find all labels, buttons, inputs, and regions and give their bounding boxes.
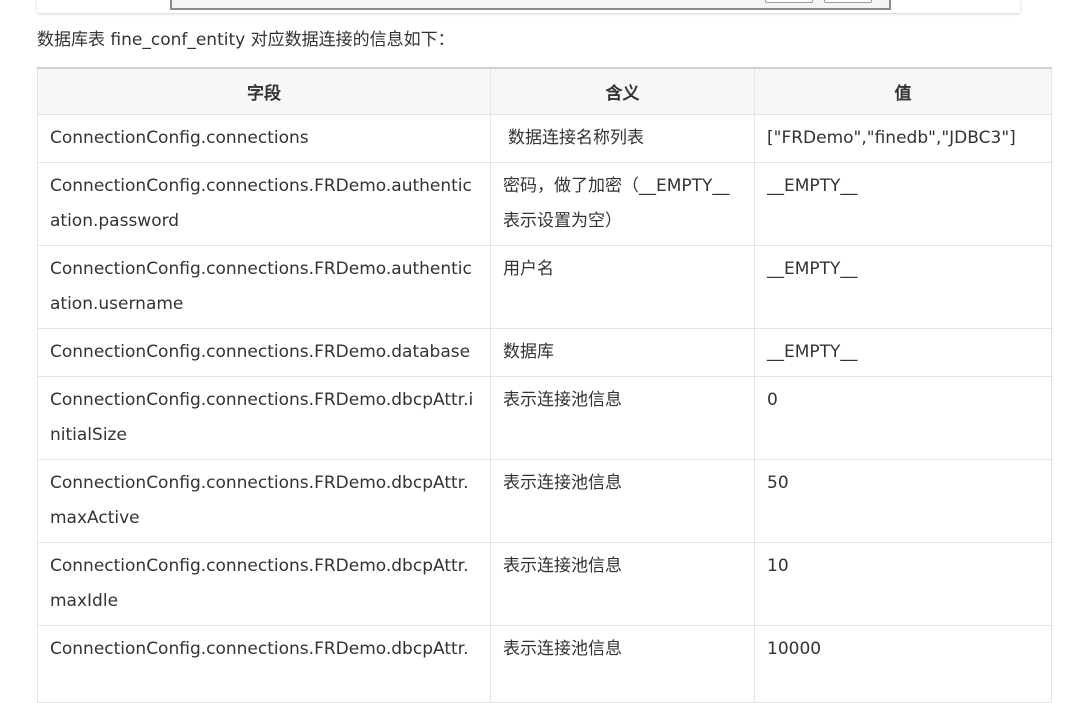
table-row: ConnectionConfig.connections.FRDemo.auth… [37, 245, 1052, 329]
field-cell: ConnectionConfig.connections.FRDemo.auth… [37, 245, 491, 329]
table-row: ConnectionConfig.connections.FRDemo.dbcp… [37, 459, 1052, 543]
field-cell: ConnectionConfig.connections [37, 114, 491, 163]
intro-paragraph: 数据库表 fine_conf_entity 对应数据连接的信息如下： [37, 30, 455, 50]
value-cell: 10 [754, 542, 1052, 626]
embedded-screenshot-image [37, 0, 1020, 13]
table-row: ConnectionConfig.connections.FRDemo.dbcp… [37, 376, 1052, 460]
meaning-cell: 表示连接池信息 [490, 625, 755, 703]
header-value: 值 [754, 67, 1052, 115]
meaning-cell: 数据库 [490, 328, 755, 377]
meaning-cell: 密码，做了加密（__EMPTY__表示设置为空） [490, 162, 755, 246]
field-cell: ConnectionConfig.connections.FRDemo.auth… [37, 162, 491, 246]
field-cell: ConnectionConfig.connections.FRDemo.dbcp… [37, 542, 491, 626]
table-header-row: 字段 含义 值 [37, 67, 1052, 115]
meaning-cell: 表示连接池信息 [490, 376, 755, 460]
field-cell: ConnectionConfig.connections.FRDemo.dbcp… [37, 625, 491, 703]
value-cell: 0 [754, 376, 1052, 460]
dialog-bottom-edge [170, 0, 891, 10]
value-cell: __EMPTY__ [754, 162, 1052, 246]
table-row: ConnectionConfig.connections.FRDemo.auth… [37, 162, 1052, 246]
value-cell: 10000 [754, 625, 1052, 703]
table-row: ConnectionConfig.connections.FRDemo.dbcp… [37, 542, 1052, 626]
value-cell: ["FRDemo","finedb","JDBC3"] [754, 114, 1052, 163]
meaning-cell: 表示连接池信息 [490, 459, 755, 543]
dialog-ok-button [765, 0, 813, 3]
meaning-cell: 表示连接池信息 [490, 542, 755, 626]
value-cell: __EMPTY__ [754, 245, 1052, 329]
field-cell: ConnectionConfig.connections.FRDemo.data… [37, 328, 491, 377]
table-row: ConnectionConfig.connections 数据连接名称列表 ["… [37, 114, 1052, 163]
meaning-cell: 数据连接名称列表 [490, 114, 755, 163]
meaning-cell: 用户名 [490, 245, 755, 329]
table-row: ConnectionConfig.connections.FRDemo.data… [37, 328, 1052, 377]
value-cell: __EMPTY__ [754, 328, 1052, 377]
field-cell: ConnectionConfig.connections.FRDemo.dbcp… [37, 376, 491, 460]
dialog-cancel-button [824, 0, 872, 3]
header-meaning: 含义 [490, 67, 755, 115]
table-row: ConnectionConfig.connections.FRDemo.dbcp… [37, 625, 1052, 703]
value-cell: 50 [754, 459, 1052, 543]
connection-fields-table: 字段 含义 值 ConnectionConfig.connections 数据连… [37, 67, 1052, 703]
field-cell: ConnectionConfig.connections.FRDemo.dbcp… [37, 459, 491, 543]
header-field: 字段 [37, 67, 491, 115]
